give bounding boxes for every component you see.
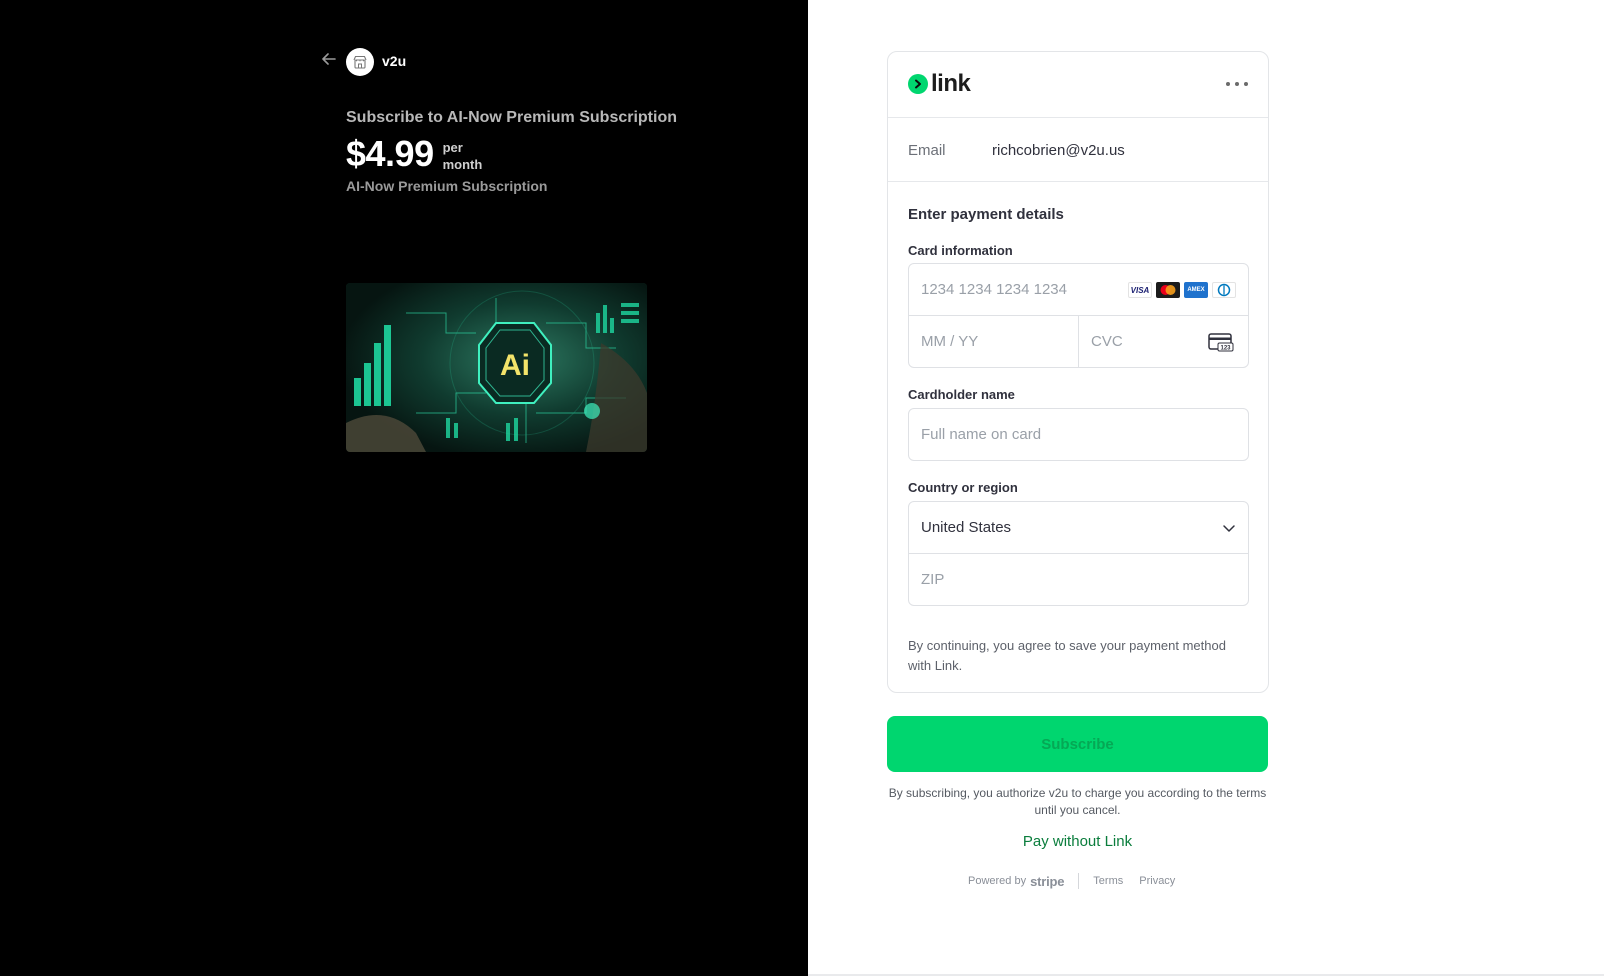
arrow-left-icon[interactable]	[322, 52, 340, 70]
amex-icon: AMEX	[1184, 282, 1208, 298]
link-arrow-icon	[908, 74, 928, 94]
terms-link[interactable]: Terms	[1093, 875, 1123, 887]
email-label: Email	[908, 142, 946, 159]
product-description: AI-Now Premium Subscription	[346, 178, 548, 194]
footer-divider	[1078, 873, 1080, 889]
cvc-icon-text: 123	[1220, 346, 1231, 352]
cvc-placeholder: CVC	[1091, 333, 1123, 350]
card-brand-list: VISA AMEX	[1128, 282, 1236, 298]
country-label: Country or region	[908, 480, 1018, 495]
card-information-label: Card information	[908, 243, 1013, 258]
privacy-link[interactable]: Privacy	[1139, 875, 1175, 887]
order-summary-pane: v2u Subscribe to AI-Now Premium Subscrip…	[0, 0, 808, 976]
price-period-month: month	[442, 157, 483, 172]
stripe-logo[interactable]: stripe	[1030, 874, 1064, 889]
card-number-placeholder: 1234 1234 1234 1234	[921, 281, 1067, 298]
chip-label: Ai	[500, 349, 530, 382]
product-image: Ai	[346, 283, 647, 452]
link-payment-panel: link Email richcobrien@v2u.us Enter paym…	[887, 51, 1269, 693]
expiry-input[interactable]: MM / YY	[908, 315, 1079, 368]
expiry-placeholder: MM / YY	[921, 333, 979, 350]
cardholder-name-placeholder: Full name on card	[921, 426, 1042, 443]
pay-without-link-button[interactable]: Pay without Link	[887, 833, 1268, 850]
authorization-notice: By subscribing, you authorize v2u to cha…	[888, 786, 1267, 817]
product-title: Subscribe to AI-Now Premium Subscription	[346, 109, 677, 126]
price-row: $4.99 per month	[346, 133, 482, 175]
link-consent-text: By continuing, you agree to save your pa…	[908, 638, 1226, 673]
cardholder-name-label: Cardholder name	[908, 387, 1015, 402]
powered-by-label: Powered by	[968, 875, 1027, 887]
email-value: richcobrien@v2u.us	[992, 142, 1125, 159]
email-row[interactable]: Email richcobrien@v2u.us	[888, 118, 1268, 182]
link-header: link	[888, 52, 1268, 118]
link-logo: link	[908, 70, 971, 97]
zip-placeholder: ZIP	[921, 571, 945, 588]
country-select[interactable]: United States	[908, 501, 1249, 554]
subscribe-button[interactable]: Subscribe	[887, 716, 1268, 772]
diners-club-icon	[1212, 282, 1236, 298]
footer: Powered by stripe Terms Privacy	[968, 873, 1175, 889]
cvc-card-icon: 123	[1208, 332, 1234, 357]
store-icon	[346, 48, 374, 76]
more-horizontal-icon[interactable]	[1226, 74, 1248, 94]
payment-section-title: Enter payment details	[908, 206, 1064, 223]
country-select-value: United States	[921, 519, 1012, 536]
visa-icon: VISA	[1128, 282, 1152, 298]
zip-input[interactable]: ZIP	[908, 553, 1249, 606]
link-wordmark: link	[931, 70, 971, 97]
mastercard-icon	[1156, 282, 1180, 298]
price-period: per month	[443, 139, 483, 173]
merchant-name: v2u	[382, 53, 407, 69]
chevron-down-icon	[1222, 521, 1236, 540]
price-amount: $4.99	[346, 133, 434, 174]
price-period-per: per	[442, 140, 463, 155]
cardholder-name-input[interactable]: Full name on card	[908, 408, 1249, 461]
cvc-input[interactable]: CVC 123	[1078, 315, 1249, 368]
card-number-input[interactable]: 1234 1234 1234 1234 VISA AMEX	[908, 263, 1249, 316]
